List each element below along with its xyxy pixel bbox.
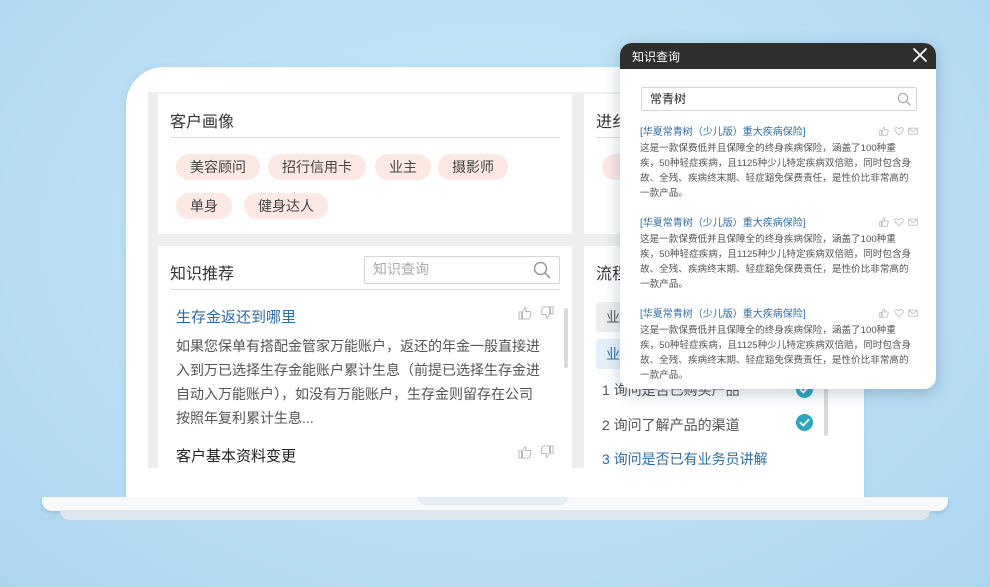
body-line: 这是一款保费低并且保障全的终身疾病保险，涵盖了100种重 [640,143,896,154]
tag[interactable]: 单身 [176,193,232,219]
body-line: 疾，50种轻症疾病，且1125种少儿特定疾病双倍赔，同时包含身 [640,158,912,169]
thumbs-up-icon[interactable] [518,445,532,459]
knowledge-recommend-panel: 知识推荐 生存金返还到哪里 如果您保单有搭配金管家万能账户，返还的年金一般直接进… [158,246,572,468]
result-title[interactable]: [华夏常青树（少儿版）重大疾病保险] [640,305,918,320]
heart-icon[interactable] [893,217,904,227]
body-line: 如果您保单有搭配金管家万能账户，返还的年金一般直接进 [176,338,540,354]
body-line: 自动入万能账户），如没有万能账户，生存金则留存在公司 [176,386,533,402]
customer-portrait-panel: 客户画像 美容顾问 招行信用卡 业主 摄影师 单身 健身达人 [158,94,572,234]
mail-icon[interactable] [908,217,918,227]
knowledge-item-title[interactable]: 客户基本资料变更 [176,445,296,466]
search-icon[interactable] [897,92,911,106]
panel-title: 知识推荐 [170,266,235,283]
laptop-notch [418,497,568,505]
body-line: 疾，50种轻症疾病，且1125种少儿特定疾病双倍赔，同时包含身 [640,249,912,260]
body-line: 入到万已选择生存金能账户累计生息（前提已选择生存金进 [176,362,540,378]
flow-step[interactable]: 3 询问是否已有业务员讲解 [602,449,768,468]
mail-icon[interactable] [908,308,918,318]
tag[interactable]: 招行信用卡 [268,154,366,180]
knowledge-search-input[interactable] [365,257,533,281]
search-icon[interactable] [533,261,551,279]
popup-header: 知识查询 [620,43,936,69]
body-line: 这是一款保费低并且保障全的终身疾病保险，涵盖了100种重 [640,325,896,336]
result-actions [879,214,918,232]
heart-icon[interactable] [893,308,904,318]
thumbs-up-icon[interactable] [518,306,532,320]
thumbs-down-icon[interactable] [540,306,554,320]
popup-title: 知识查询 [632,50,681,64]
knowledge-search [364,256,560,284]
search-result[interactable]: [华夏常青树（少儿版）重大疾病保险] 这是一款保费低并且保障全的终身疾病保险，涵… [640,214,918,290]
body-line: 一款产品。 [640,370,688,381]
knowledge-item-title[interactable]: 生存金返还到哪里 [176,306,296,327]
result-title[interactable]: [华夏常青树（少儿版）重大疾病保险] [640,123,918,138]
result-title[interactable]: [华夏常青树（少儿版）重大疾病保险] [640,214,918,229]
body-line: 故、全残、疾病终末期、轻症豁免保费责任，是性价比非常高的 [640,264,909,275]
thumbs-up-icon[interactable] [879,308,889,318]
divider [170,289,560,290]
result-actions [879,123,918,141]
search-result[interactable]: [华夏常青树（少儿版）重大疾病保险] 这是一款保费低并且保障全的终身疾病保险，涵… [640,123,918,199]
popup-search [641,87,917,111]
flow-step[interactable]: 2 询问了解产品的渠道 [602,415,740,435]
scrollbar[interactable] [564,308,568,368]
panel-title: 客户画像 [170,114,235,131]
body-line: 疾，50种轻症疾病，且1125种少儿特定疾病双倍赔，同时包含身 [640,340,912,351]
check-circle-icon [796,414,813,431]
search-result[interactable]: [华夏常青树（少儿版）重大疾病保险] 这是一款保费低并且保障全的终身疾病保险，涵… [640,305,918,381]
tag[interactable]: 摄影师 [438,154,508,180]
tag[interactable]: 健身达人 [244,193,328,219]
knowledge-query-popup: 知识查询 [华夏常青树（少儿版）重大疾病保险] 这是一款保费低并且保障全的终身疾… [620,43,936,389]
thumbs-up-icon[interactable] [879,217,889,227]
result-actions [879,305,918,323]
divider [170,137,560,138]
heart-icon[interactable] [893,126,904,136]
result-body: 这是一款保费低并且保障全的终身疾病保险，涵盖了100种重 疾，50种轻症疾病，且… [640,232,918,292]
body-line: 这是一款保费低并且保障全的终身疾病保险，涵盖了100种重 [640,234,896,245]
thumbs-up-icon[interactable] [879,126,889,136]
close-icon[interactable] [910,45,930,65]
popup-search-input[interactable] [642,88,890,108]
result-body: 这是一款保费低并且保障全的终身疾病保险，涵盖了100种重 疾，50种轻症疾病，且… [640,141,918,201]
mail-icon[interactable] [908,126,918,136]
knowledge-item-body: 如果您保单有搭配金管家万能账户，返还的年金一般直接进 入到万已选择生存金能账户累… [176,334,562,430]
result-body: 这是一款保费低并且保障全的终身疾病保险，涵盖了100种重 疾，50种轻症疾病，且… [640,323,918,383]
laptop-base-shadow [60,510,930,520]
body-line: 按照年复利累计生息... [176,410,314,426]
body-line: 一款产品。 [640,279,688,290]
body-line: 故、全残、疾病终末期、轻症豁免保费责任，是性价比非常高的 [640,173,909,184]
tag[interactable]: 美容顾问 [176,154,260,180]
body-line: 故、全残、疾病终末期、轻症豁免保费责任，是性价比非常高的 [640,355,909,366]
tag[interactable]: 业主 [375,154,431,180]
body-line: 一款产品。 [640,188,688,199]
thumbs-down-icon[interactable] [540,445,554,459]
